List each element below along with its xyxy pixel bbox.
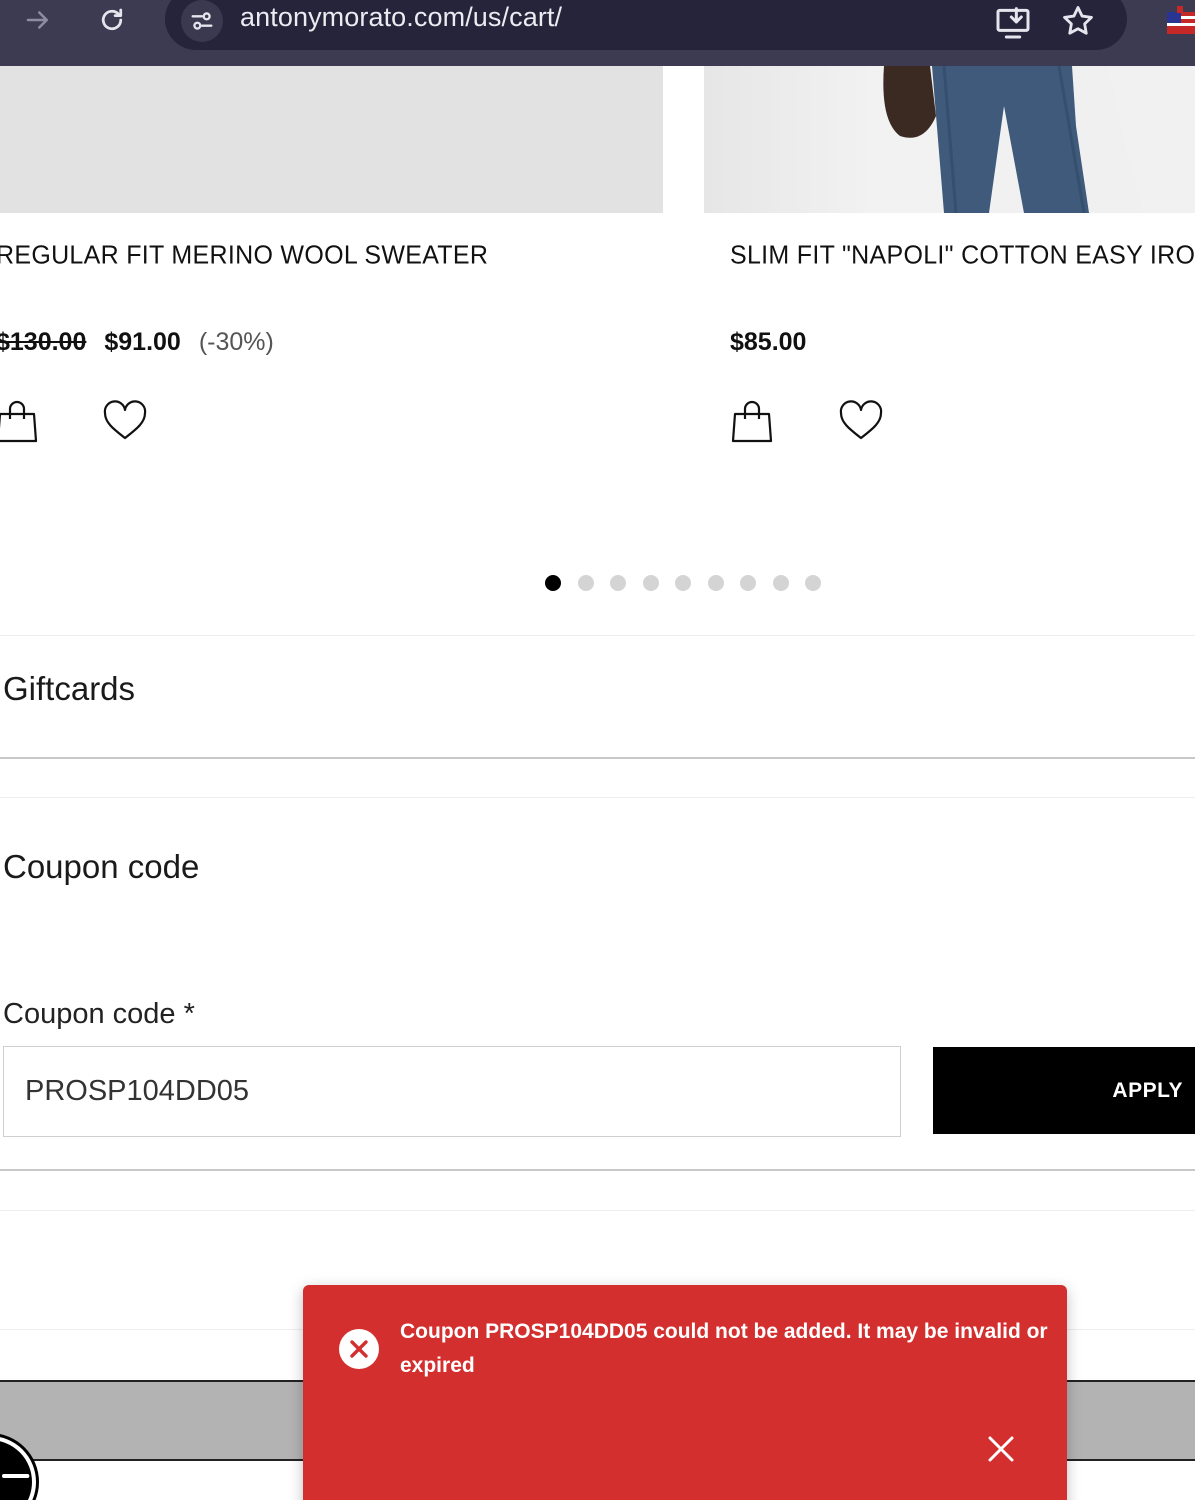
divider [0, 797, 1195, 798]
reload-icon [101, 8, 123, 31]
carousel-dot[interactable] [610, 575, 626, 591]
divider [0, 1210, 1195, 1211]
carousel-pagination [545, 575, 821, 591]
product-name[interactable]: REGULAR FIT MERINO WOOL SWEATER [0, 240, 488, 270]
carousel-dot[interactable] [577, 575, 594, 591]
carousel-dot[interactable] [545, 575, 561, 591]
product-price: $85.00 [730, 328, 806, 357]
install-app-icon[interactable] [993, 2, 1033, 42]
divider [0, 757, 1195, 759]
shopping-bag-icon[interactable] [0, 398, 40, 444]
product-name[interactable]: SLIM FIT "NAPOLI" COTTON EASY IRON [730, 240, 1195, 270]
carousel-dot[interactable] [805, 575, 821, 591]
sale-price: $91.00 [104, 328, 181, 356]
product-image-sweater[interactable] [0, 66, 663, 213]
carousel-dot[interactable] [675, 575, 691, 591]
shopping-bag-icon[interactable] [729, 398, 775, 444]
carousel-dot[interactable] [772, 575, 789, 591]
tune-icon [191, 12, 213, 30]
heart-icon[interactable] [838, 398, 884, 444]
arrow-icon [2, 1474, 30, 1478]
site-info-button[interactable] [181, 0, 223, 42]
coupon-section-title: Coupon code [3, 848, 200, 885]
coupon-input[interactable] [3, 1046, 901, 1137]
toast-message: Coupon PROSP104DD05 could not be added. … [400, 1320, 1048, 1377]
product-image-trousers[interactable] [704, 66, 1195, 213]
apply-button[interactable]: APPLY [933, 1047, 1195, 1134]
carousel-dot[interactable] [707, 575, 724, 591]
address-bar[interactable]: antonymorato.com/us/cart/ [165, 0, 1127, 50]
flag-extension-icon[interactable] [1165, 6, 1195, 36]
heart-icon[interactable] [102, 398, 148, 444]
reload-button[interactable] [90, 0, 134, 40]
bookmark-star-icon[interactable] [1059, 2, 1097, 40]
error-toast: Coupon PROSP104DD05 could not be added. … [303, 1285, 1067, 1500]
regular-price: $85.00 [730, 328, 807, 356]
carousel-dot[interactable] [642, 575, 659, 591]
carousel-dot[interactable] [740, 575, 756, 591]
browser-toolbar: antonymorato.com/us/cart/ [0, 0, 1195, 66]
url-text[interactable]: antonymorato.com/us/cart/ [240, 2, 562, 33]
original-price: $130.00 [0, 328, 87, 356]
forward-button[interactable] [16, 0, 60, 40]
divider [0, 1169, 1195, 1171]
coupon-field-label: Coupon code * [3, 998, 195, 1030]
close-icon[interactable] [985, 1433, 1017, 1465]
giftcards-toggle[interactable]: Giftcards [3, 670, 135, 708]
trousers-photo [883, 66, 1195, 213]
error-circle-icon [339, 1329, 379, 1369]
divider [0, 635, 1195, 636]
arrow-right-icon [26, 11, 48, 29]
product-price: $130.00 $91.00 (-30%) [0, 328, 274, 357]
discount-label: (-30%) [198, 328, 274, 356]
